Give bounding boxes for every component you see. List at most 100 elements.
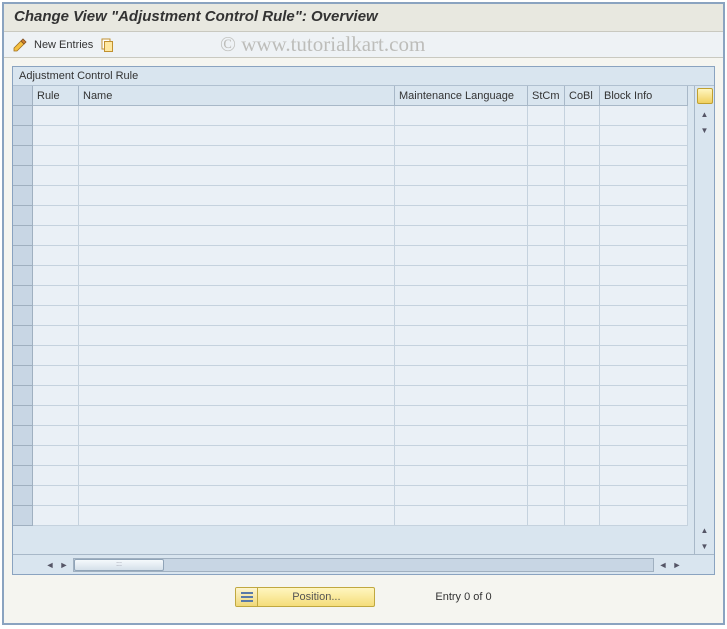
col-header-block[interactable]: Block Info	[600, 86, 688, 106]
table-row[interactable]	[13, 486, 694, 506]
hscroll-left-2[interactable]: ◄	[656, 558, 670, 572]
grid-cell[interactable]	[33, 346, 79, 366]
grid-cell[interactable]	[395, 146, 528, 166]
grid-cell[interactable]	[395, 386, 528, 406]
row-selector[interactable]	[13, 186, 33, 206]
grid-cell[interactable]	[600, 146, 688, 166]
row-selector[interactable]	[13, 286, 33, 306]
grid-cell[interactable]	[528, 166, 565, 186]
grid-cell[interactable]	[79, 106, 395, 126]
grid-cell[interactable]	[395, 446, 528, 466]
grid-cell[interactable]	[395, 466, 528, 486]
table-row[interactable]	[13, 426, 694, 446]
grid-cell[interactable]	[33, 146, 79, 166]
grid-cell[interactable]	[600, 186, 688, 206]
grid-cell[interactable]	[33, 306, 79, 326]
grid-cell[interactable]	[395, 246, 528, 266]
grid-cell[interactable]	[395, 326, 528, 346]
grid-cell[interactable]	[528, 366, 565, 386]
grid-cell[interactable]	[395, 406, 528, 426]
grid-cell[interactable]	[600, 106, 688, 126]
grid-cell[interactable]	[565, 306, 600, 326]
grid-cell[interactable]	[528, 306, 565, 326]
scroll-up-button-2[interactable]: ▲	[698, 523, 712, 537]
grid-cell[interactable]	[565, 466, 600, 486]
hscroll-thumb[interactable]: :::	[74, 559, 164, 571]
grid-cell[interactable]	[33, 266, 79, 286]
grid-cell[interactable]	[395, 426, 528, 446]
row-selector[interactable]	[13, 406, 33, 426]
grid-cell[interactable]	[565, 266, 600, 286]
grid-cell[interactable]	[565, 366, 600, 386]
row-selector[interactable]	[13, 486, 33, 506]
grid-cell[interactable]	[600, 286, 688, 306]
col-header-cobl[interactable]: CoBl	[565, 86, 600, 106]
col-header-lang[interactable]: Maintenance Language	[395, 86, 528, 106]
grid-cell[interactable]	[395, 126, 528, 146]
grid-cell[interactable]	[395, 286, 528, 306]
grid-cell[interactable]	[79, 226, 395, 246]
grid-cell[interactable]	[79, 306, 395, 326]
table-row[interactable]	[13, 446, 694, 466]
grid-cell[interactable]	[528, 346, 565, 366]
grid-cell[interactable]	[33, 226, 79, 246]
table-row[interactable]	[13, 246, 694, 266]
row-selector[interactable]	[13, 446, 33, 466]
hscroll-right-1[interactable]: ►	[57, 558, 71, 572]
grid-cell[interactable]	[395, 106, 528, 126]
grid-cell[interactable]	[79, 266, 395, 286]
table-row[interactable]	[13, 226, 694, 246]
grid-cell[interactable]	[528, 186, 565, 206]
grid-cell[interactable]	[79, 206, 395, 226]
grid-cell[interactable]	[79, 246, 395, 266]
scroll-down-button[interactable]: ▼	[698, 123, 712, 137]
grid-cell[interactable]	[395, 266, 528, 286]
grid-cell[interactable]	[565, 386, 600, 406]
table-row[interactable]	[13, 106, 694, 126]
grid-cell[interactable]	[79, 506, 395, 526]
grid-cell[interactable]	[565, 486, 600, 506]
table-row[interactable]	[13, 166, 694, 186]
row-selector[interactable]	[13, 106, 33, 126]
copy-icon[interactable]	[99, 37, 115, 53]
row-selector[interactable]	[13, 226, 33, 246]
table-row[interactable]	[13, 326, 694, 346]
grid-cell[interactable]	[79, 326, 395, 346]
grid-cell[interactable]	[395, 306, 528, 326]
table-row[interactable]	[13, 306, 694, 326]
grid-cell[interactable]	[528, 386, 565, 406]
row-selector[interactable]	[13, 386, 33, 406]
edit-icon[interactable]	[12, 37, 28, 53]
grid-cell[interactable]	[528, 246, 565, 266]
row-selector[interactable]	[13, 266, 33, 286]
grid-cell[interactable]	[565, 326, 600, 346]
grid-cell[interactable]	[528, 326, 565, 346]
grid-cell[interactable]	[79, 126, 395, 146]
table-row[interactable]	[13, 266, 694, 286]
grid-cell[interactable]	[33, 506, 79, 526]
grid-cell[interactable]	[79, 406, 395, 426]
col-header-rule[interactable]: Rule	[33, 86, 79, 106]
row-selector[interactable]	[13, 306, 33, 326]
grid-cell[interactable]	[600, 506, 688, 526]
grid-cell[interactable]	[33, 466, 79, 486]
grid-cell[interactable]	[600, 346, 688, 366]
grid-cell[interactable]	[528, 106, 565, 126]
grid-cell[interactable]	[600, 306, 688, 326]
grid-cell[interactable]	[33, 106, 79, 126]
grid-cell[interactable]	[565, 186, 600, 206]
grid-cell[interactable]	[33, 166, 79, 186]
grid-cell[interactable]	[79, 366, 395, 386]
hscroll-left-1[interactable]: ◄	[43, 558, 57, 572]
grid-cell[interactable]	[528, 466, 565, 486]
col-header-stcm[interactable]: StCm	[528, 86, 565, 106]
row-selector[interactable]	[13, 206, 33, 226]
grid-cell[interactable]	[528, 506, 565, 526]
position-button[interactable]: Position...	[235, 587, 375, 607]
grid-cell[interactable]	[395, 346, 528, 366]
grid-cell[interactable]	[565, 226, 600, 246]
table-row[interactable]	[13, 386, 694, 406]
grid-cell[interactable]	[79, 186, 395, 206]
grid-cell[interactable]	[79, 286, 395, 306]
grid-cell[interactable]	[600, 226, 688, 246]
